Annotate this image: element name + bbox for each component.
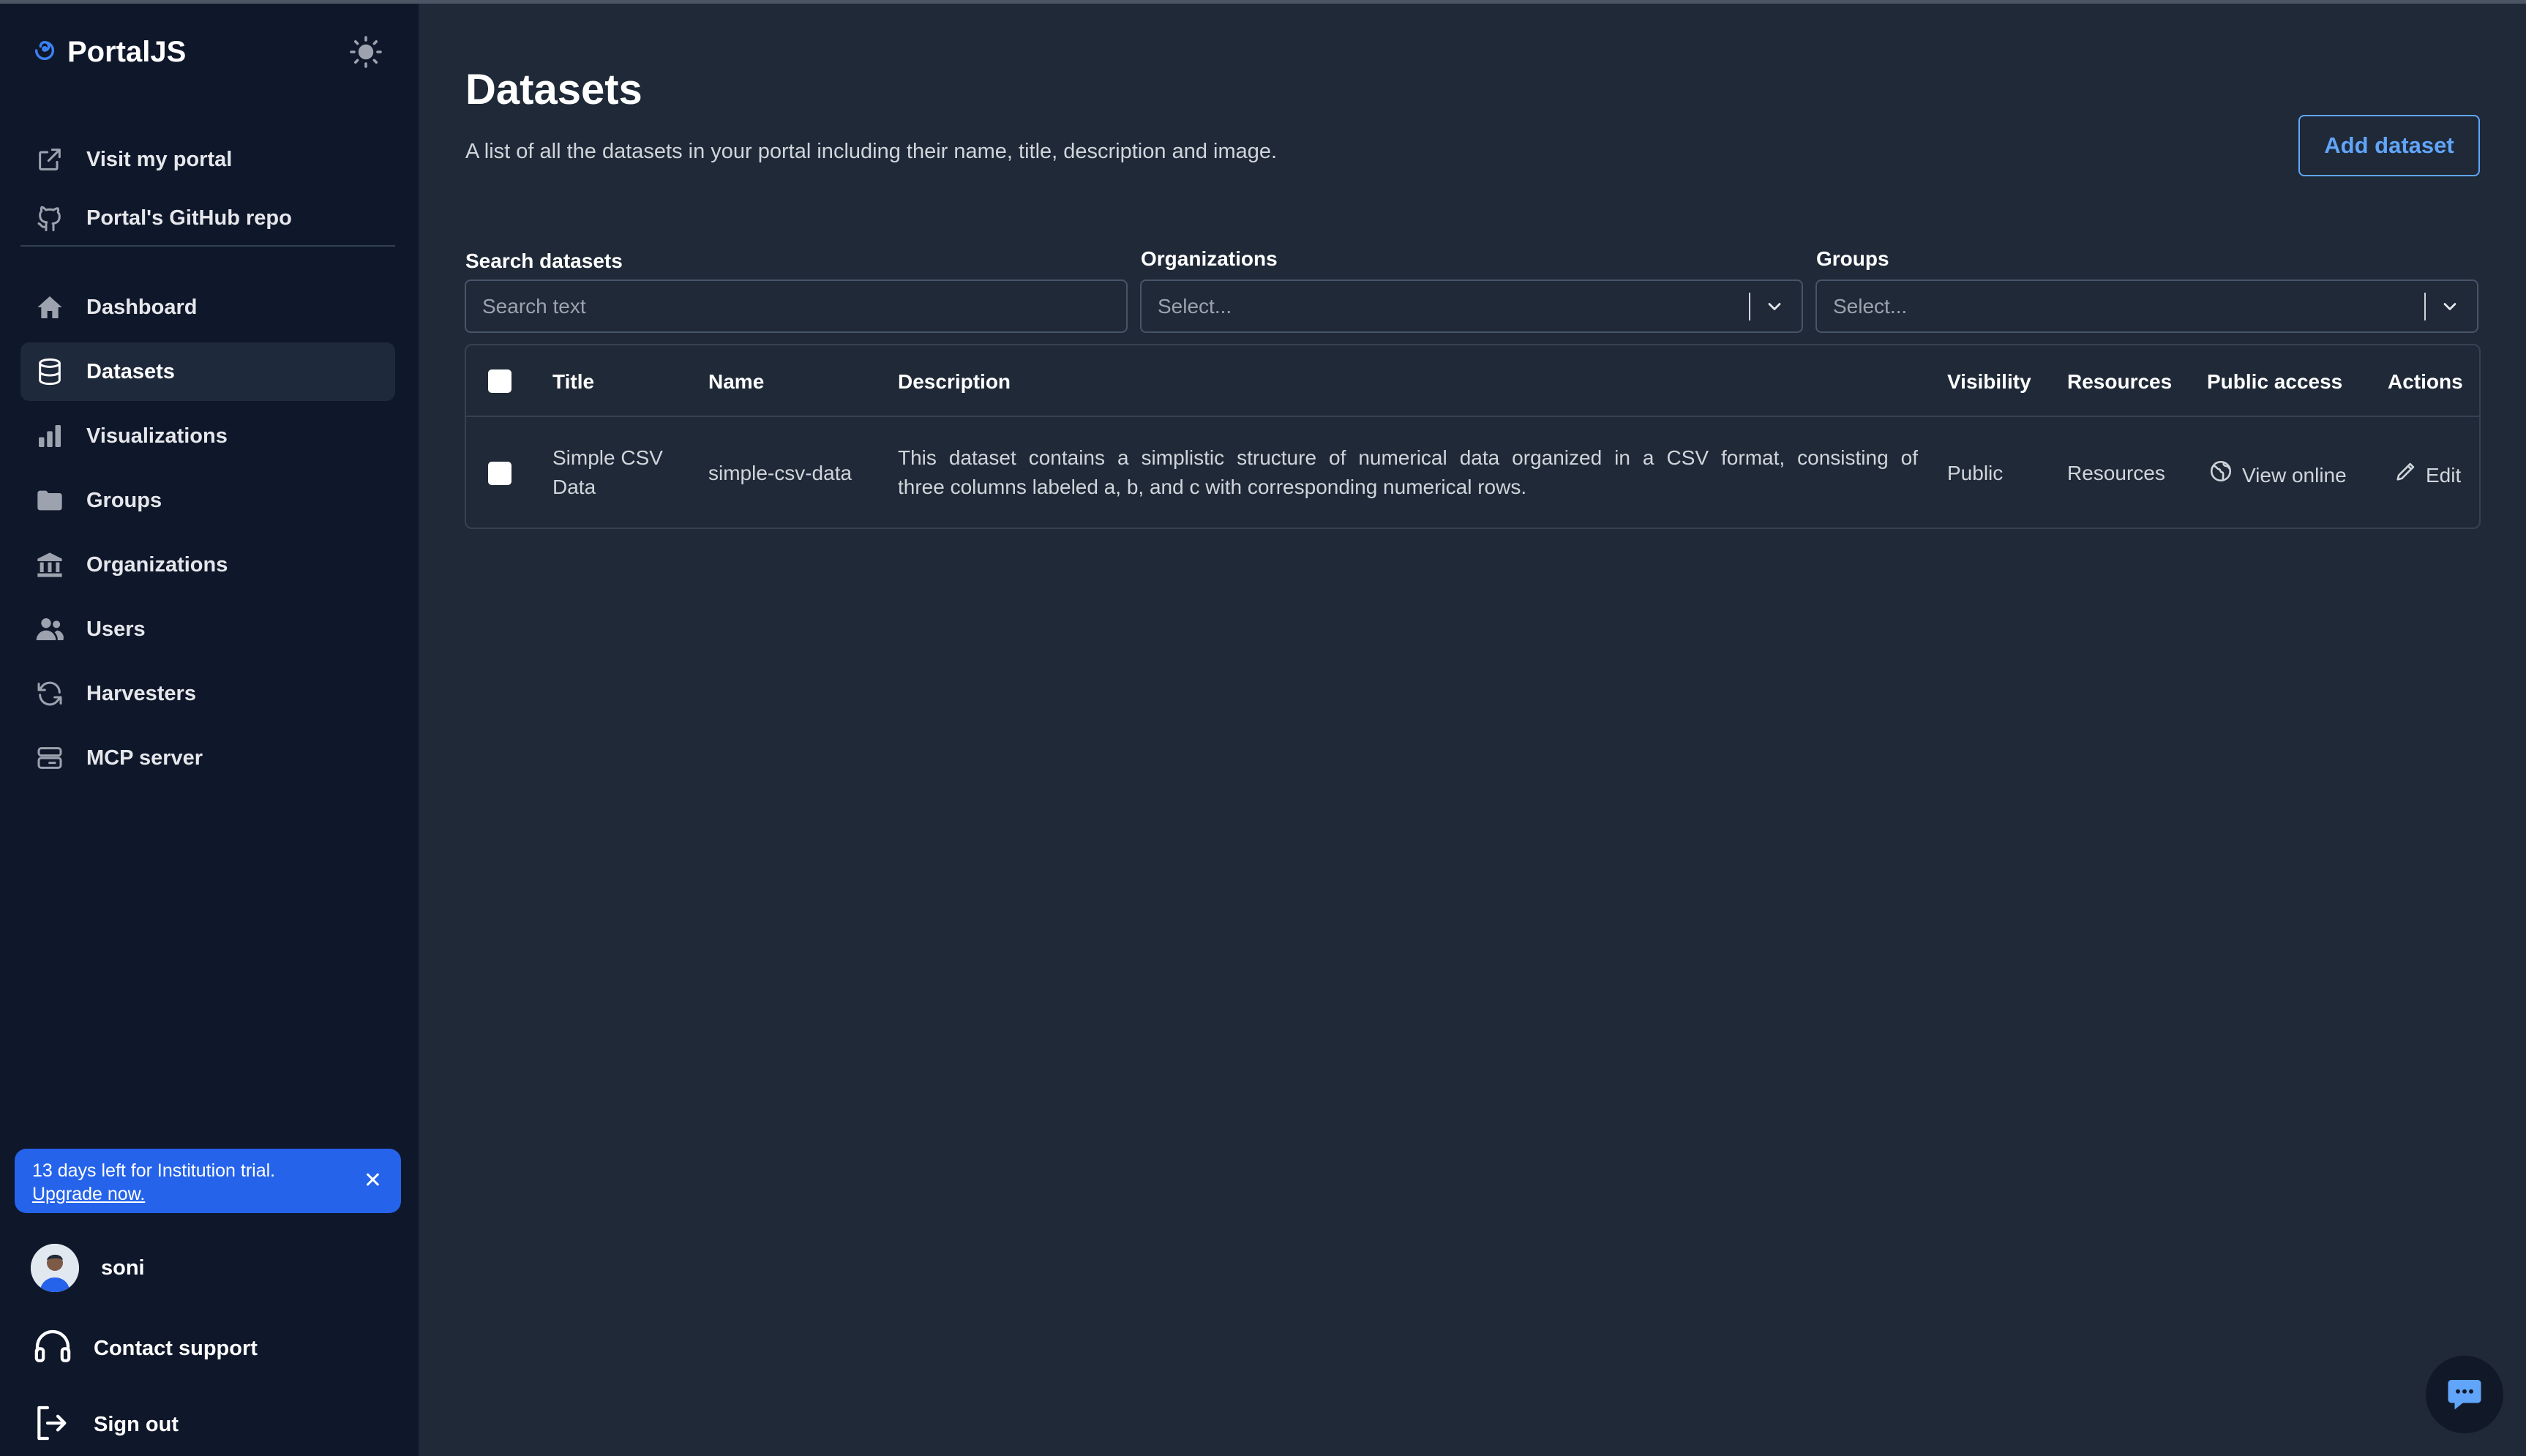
- sidebar-item-label: Visualizations: [86, 424, 228, 448]
- sign-out-button[interactable]: Sign out: [32, 1403, 179, 1447]
- portaljs-logo-icon: [32, 38, 57, 67]
- pencil-icon: [2394, 459, 2418, 492]
- organizations-select[interactable]: Select...: [1140, 279, 1803, 333]
- github-repo-label: Portal's GitHub repo: [86, 206, 292, 230]
- page-title: Datasets: [465, 66, 642, 113]
- groups-label: Groups: [1816, 247, 1889, 270]
- upgrade-link[interactable]: Upgrade now.: [32, 1182, 383, 1206]
- building-icon: [34, 549, 66, 581]
- close-icon[interactable]: ✕: [364, 1169, 382, 1193]
- sidebar-item-dashboard[interactable]: Dashboard: [20, 278, 395, 337]
- sun-icon: [348, 34, 383, 73]
- avatar: [31, 1244, 79, 1292]
- main-content: Datasets A list of all the datasets in y…: [419, 4, 2526, 1456]
- sidebar-item-label: Harvesters: [86, 681, 196, 705]
- sidebar-item-label: Dashboard: [86, 295, 198, 319]
- contact-support-link[interactable]: Contact support: [32, 1326, 258, 1371]
- contact-support-label: Contact support: [94, 1337, 258, 1360]
- chevron-down-icon[interactable]: [2437, 294, 2462, 319]
- view-online-label: View online: [2242, 463, 2347, 487]
- search-field: [465, 279, 1128, 333]
- sidebar-item-groups[interactable]: Groups: [20, 471, 395, 530]
- column-header-name[interactable]: Name: [708, 370, 764, 394]
- sidebar-item-datasets[interactable]: Datasets: [20, 342, 395, 401]
- row-checkbox[interactable]: [488, 462, 511, 485]
- users-icon: [34, 613, 66, 645]
- column-header-actions: Actions: [2388, 370, 2463, 393]
- external-link-icon: [34, 143, 66, 176]
- groups-select[interactable]: Select...: [1815, 279, 2478, 333]
- home-icon: [34, 291, 66, 323]
- sidebar-item-label: Datasets: [86, 359, 175, 383]
- chat-widget-button[interactable]: [2426, 1356, 2503, 1433]
- sign-out-label: Sign out: [94, 1413, 179, 1436]
- refresh-icon: [34, 678, 66, 710]
- row-resources-link[interactable]: Resources: [2067, 459, 2165, 488]
- select-all-checkbox[interactable]: [488, 369, 511, 393]
- table-header: Title Name Description Visibility Resour…: [466, 345, 2479, 417]
- groups-placeholder: Select...: [1833, 294, 1908, 318]
- row-visibility: Public: [1947, 462, 2004, 484]
- sidebar-item-visualizations[interactable]: Visualizations: [20, 407, 395, 465]
- folder-icon: [34, 484, 66, 517]
- sidebar-item-users[interactable]: Users: [20, 600, 395, 658]
- column-header-description[interactable]: Description: [898, 370, 1011, 394]
- select-separator: [2424, 293, 2426, 320]
- chat-icon: [2445, 1373, 2484, 1416]
- sidebar-item-label: Users: [86, 617, 146, 641]
- sidebar-item-organizations[interactable]: Organizations: [20, 536, 395, 594]
- theme-toggle-button[interactable]: [347, 34, 385, 72]
- datasets-table: Title Name Description Visibility Resour…: [465, 344, 2481, 529]
- edit-button[interactable]: Edit: [2394, 459, 2461, 492]
- row-name: simple-csv-data: [708, 462, 852, 484]
- github-icon: [34, 202, 66, 234]
- select-separator: [1749, 293, 1750, 320]
- view-online-link[interactable]: View online: [2208, 459, 2347, 492]
- trial-text: 13 days left for Institution trial.: [32, 1160, 276, 1181]
- visit-portal-label: Visit my portal: [86, 147, 233, 171]
- brand-name: PortalJS: [67, 36, 187, 68]
- sidebar: PortalJS Visit my portal Portal's GitHub…: [0, 4, 419, 1456]
- github-repo-link[interactable]: Portal's GitHub repo: [20, 189, 395, 247]
- sidebar-item-label: Groups: [86, 488, 162, 512]
- sidebar-item-mcp-server[interactable]: MCP server: [20, 729, 395, 787]
- search-label: Search datasets: [465, 249, 623, 272]
- trial-banner: 13 days left for Institution trial. Upgr…: [15, 1149, 401, 1213]
- organizations-label: Organizations: [1141, 247, 1278, 270]
- add-dataset-button[interactable]: Add dataset: [2298, 115, 2480, 176]
- sidebar-item-label: MCP server: [86, 746, 203, 770]
- headset-icon: [32, 1326, 73, 1371]
- database-icon: [34, 356, 66, 388]
- bar-chart-icon: [34, 420, 66, 452]
- column-header-resources[interactable]: Resources: [2067, 370, 2172, 394]
- chevron-down-icon[interactable]: [1762, 294, 1787, 319]
- sidebar-divider: [20, 245, 395, 247]
- column-header-public-access[interactable]: Public access: [2207, 370, 2342, 394]
- brand[interactable]: PortalJS: [32, 36, 186, 69]
- globe-icon: [2208, 459, 2233, 492]
- page-subtitle: A list of all the datasets in your porta…: [465, 140, 1278, 163]
- sidebar-item-harvesters[interactable]: Harvesters: [20, 664, 395, 723]
- row-description: This dataset contains a simplistic struc…: [898, 446, 1918, 498]
- sidebar-item-label: Organizations: [86, 552, 228, 577]
- search-input[interactable]: [482, 281, 1126, 331]
- visit-portal-link[interactable]: Visit my portal: [20, 130, 395, 189]
- organizations-placeholder: Select...: [1158, 294, 1232, 318]
- edit-label: Edit: [2426, 463, 2462, 487]
- user-name: soni: [101, 1256, 145, 1280]
- row-title[interactable]: Simple CSV Data: [552, 443, 663, 502]
- user-profile[interactable]: soni: [31, 1244, 145, 1292]
- server-icon: [34, 742, 66, 774]
- sign-out-icon: [32, 1403, 73, 1447]
- column-header-title[interactable]: Title: [552, 370, 594, 394]
- column-header-visibility[interactable]: Visibility: [1947, 370, 2031, 394]
